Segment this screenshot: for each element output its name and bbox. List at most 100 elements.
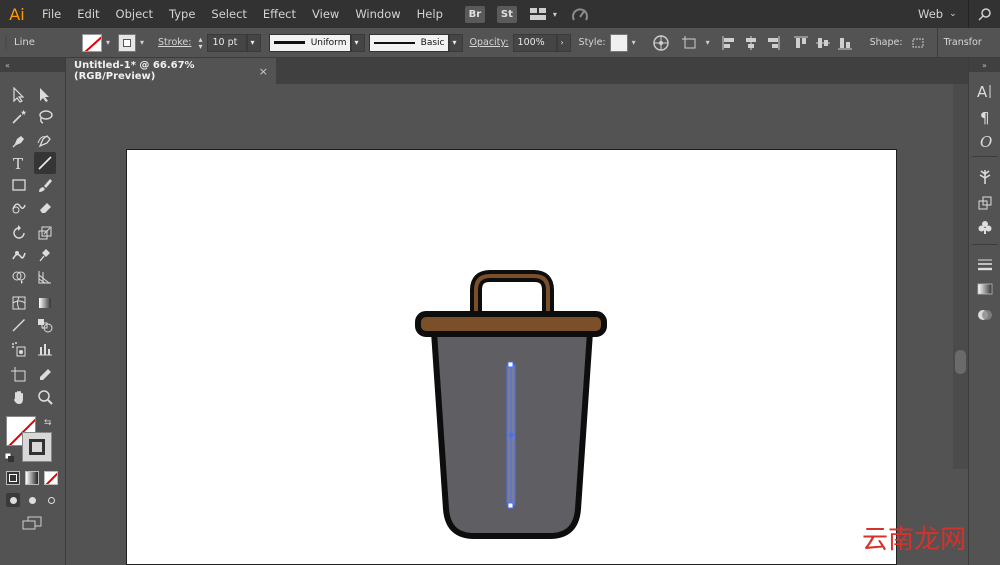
lasso-icon[interactable] <box>34 106 56 128</box>
stroke-color-control[interactable]: ▾ <box>118 28 148 58</box>
perspective-grid-icon[interactable] <box>34 266 56 288</box>
align-left-icon[interactable] <box>718 32 740 54</box>
selection-anchor-bottom[interactable] <box>507 502 514 509</box>
graphic-style-swatch[interactable] <box>609 33 628 52</box>
type-icon[interactable]: T <box>8 152 30 174</box>
menu-help[interactable]: Help <box>409 0 451 28</box>
selection-icon[interactable] <box>8 84 30 106</box>
eraser-icon[interactable] <box>34 196 56 218</box>
stroke-weight-dropdown-icon[interactable]: ▾ <box>247 33 262 52</box>
gpu-performance-icon[interactable] <box>569 3 591 25</box>
stroke-swatch-large[interactable] <box>22 432 52 462</box>
stroke-stepper-icon[interactable]: ▴ ▾ <box>195 35 205 50</box>
recolor-artwork-icon[interactable] <box>650 32 672 54</box>
free-transform-icon[interactable] <box>34 244 56 266</box>
stroke-weight-field[interactable]: 10 pt <box>207 33 248 52</box>
control-bar-grip[interactable] <box>0 28 12 58</box>
line-segment-icon[interactable] <box>34 152 56 174</box>
shape-properties-icon[interactable] <box>907 32 929 54</box>
align-top-icon[interactable] <box>790 32 812 54</box>
shape-builder-icon[interactable] <box>8 266 30 288</box>
opacity-field[interactable]: 100% <box>512 33 557 52</box>
menu-edit[interactable]: Edit <box>69 0 107 28</box>
curvature-icon[interactable] <box>34 130 56 152</box>
align-vertical-center-icon[interactable] <box>812 32 834 54</box>
zoom-icon[interactable] <box>34 386 56 408</box>
trash-lid[interactable] <box>415 311 607 337</box>
align-to-icon[interactable] <box>680 32 702 54</box>
color-mode-none-icon[interactable] <box>44 471 58 485</box>
opacity-arrow-icon[interactable]: › <box>556 33 571 52</box>
rotate-icon[interactable] <box>8 222 30 244</box>
screen-mode-icon[interactable] <box>22 516 42 530</box>
style-dropdown-icon[interactable]: ▾ <box>628 34 640 52</box>
trash-can-illustration[interactable] <box>66 84 968 565</box>
asset-export-panel-icon[interactable] <box>974 192 996 214</box>
direct-selection-icon[interactable] <box>34 84 56 106</box>
eyedropper-icon[interactable] <box>8 314 30 336</box>
menu-object[interactable]: Object <box>108 0 161 28</box>
variable-width-profile[interactable]: Uniform <box>269 33 352 52</box>
character-panel-icon[interactable]: A <box>974 80 996 102</box>
draw-behind-icon[interactable] <box>25 493 39 507</box>
stock-button[interactable]: St <box>496 5 517 23</box>
profile-dropdown-icon[interactable]: ▾ <box>351 33 366 52</box>
rectangle-icon[interactable] <box>8 174 30 196</box>
shaper-icon[interactable] <box>8 196 30 218</box>
align-bottom-icon[interactable] <box>834 32 856 54</box>
close-tab-icon[interactable]: × <box>259 65 268 78</box>
fill-control[interactable]: ▾ <box>82 28 114 58</box>
canvas-area[interactable] <box>66 84 968 565</box>
symbol-sprayer-icon[interactable] <box>8 338 30 360</box>
transform-label[interactable]: Transfor <box>944 37 982 48</box>
gradient-icon[interactable] <box>34 292 56 314</box>
menu-view[interactable]: View <box>304 0 347 28</box>
fill-swatch-none[interactable] <box>82 33 102 52</box>
document-tab[interactable]: Untitled-1* @ 66.67% (RGB/Preview) × <box>66 58 276 84</box>
menu-select[interactable]: Select <box>203 0 254 28</box>
arrange-documents-icon[interactable] <box>527 3 549 25</box>
default-fill-stroke-icon[interactable] <box>4 452 14 462</box>
stroke-swatch[interactable] <box>118 33 136 52</box>
warp-icon[interactable] <box>8 244 30 266</box>
menu-window[interactable]: Window <box>347 0 408 28</box>
stroke-dropdown-icon[interactable]: ▾ <box>136 34 148 52</box>
opentype-panel-icon[interactable]: O <box>974 130 996 152</box>
align-horizontal-center-icon[interactable] <box>740 32 762 54</box>
draw-inside-icon[interactable] <box>44 493 58 507</box>
hand-icon[interactable] <box>8 386 30 408</box>
menu-type[interactable]: Type <box>161 0 203 28</box>
align-right-icon[interactable] <box>762 32 784 54</box>
menu-effect[interactable]: Effect <box>255 0 304 28</box>
workspace-switcher[interactable]: Web ⌄ <box>908 0 957 28</box>
transparency-panel-icon[interactable] <box>974 304 996 326</box>
bridge-button[interactable]: Br <box>464 5 485 23</box>
slice-icon[interactable] <box>34 364 56 386</box>
libraries-panel-icon[interactable] <box>974 166 996 188</box>
brush-dropdown-icon[interactable]: ▾ <box>449 33 464 52</box>
color-mode-color-icon[interactable] <box>6 471 20 485</box>
vertical-scrollbar[interactable] <box>953 84 968 469</box>
scrollbar-thumb[interactable] <box>955 350 966 374</box>
fill-dropdown-icon[interactable]: ▾ <box>102 34 114 52</box>
magic-wand-icon[interactable] <box>8 106 30 128</box>
scale-icon[interactable] <box>34 222 56 244</box>
search-button[interactable] <box>968 0 1000 28</box>
symbols-panel-icon[interactable] <box>974 216 996 238</box>
selection-anchor-top[interactable] <box>507 361 514 368</box>
gradient-panel-icon[interactable] <box>974 278 996 300</box>
draw-normal-icon[interactable] <box>6 493 20 507</box>
color-mode-gradient-icon[interactable] <box>25 471 39 485</box>
paintbrush-icon[interactable] <box>34 174 56 196</box>
panel-dock-expand[interactable]: » <box>969 58 1000 72</box>
paragraph-panel-icon[interactable]: ¶ <box>974 106 996 128</box>
tools-panel-collapse[interactable]: « <box>0 58 65 72</box>
mesh-icon[interactable] <box>8 292 30 314</box>
stroke-panel-icon[interactable] <box>974 254 996 276</box>
pen-icon[interactable] <box>8 130 30 152</box>
swap-fill-stroke-icon[interactable]: ⇆ <box>44 418 52 428</box>
align-to-dropdown-icon[interactable]: ▾ <box>702 34 714 52</box>
brush-definition[interactable]: Basic <box>369 33 450 52</box>
column-graph-icon[interactable] <box>34 338 56 360</box>
blend-icon[interactable] <box>34 314 56 336</box>
